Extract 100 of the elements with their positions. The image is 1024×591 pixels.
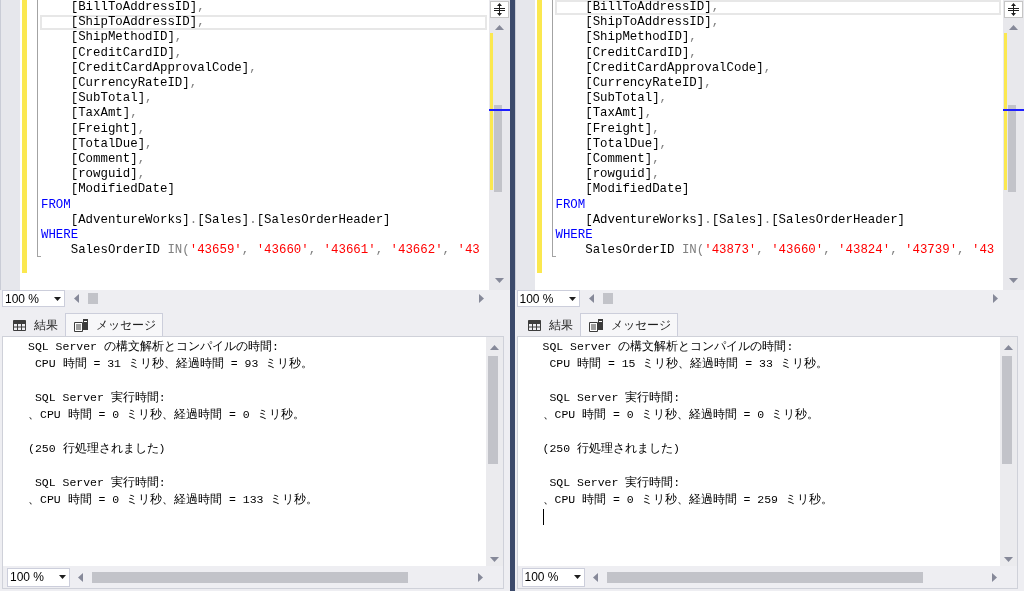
zoom-dropdown[interactable]: 100 %: [2, 290, 65, 307]
caret-line-marker: [1003, 109, 1024, 111]
tab[interactable]: メッセージ: [579, 313, 678, 336]
tab[interactable]: メッセージ: [65, 313, 163, 336]
tab[interactable]: 結果: [3, 313, 65, 336]
scrollbar-thumb[interactable]: [602, 293, 613, 304]
code-line: [ShipToAddressID],: [585, 15, 720, 30]
code-line: [AdventureWorks].[Sales].[SalesOrderHeader]: [70, 212, 391, 227]
code-line: [rowguid],: [585, 167, 660, 182]
code-line: [TaxAmt],: [70, 106, 138, 121]
code-line: SalesOrderID IN('43873', '43660', '43824', '43739', '43: [585, 243, 995, 258]
document-icon: [588, 318, 603, 332]
zoom-dropdown[interactable]: 100 %: [521, 567, 585, 587]
zoom-dropdown[interactable]: 100 %: [7, 567, 70, 587]
scrollbar-thumb[interactable]: [487, 356, 498, 464]
code-line: [SubTotal],: [585, 91, 668, 106]
code-line: [Freight],: [585, 121, 660, 136]
code-line: [SubTotal],: [70, 91, 153, 106]
code-line: [TotalDue],: [70, 136, 153, 151]
scroll-left-icon[interactable]: [74, 294, 79, 303]
caret-icon: [573, 575, 581, 579]
code-line: WHERE: [555, 228, 593, 243]
scrollbar-thumb[interactable]: [493, 105, 502, 192]
message-line: CPU 時間 = 31 ミリ秒、経過時間 = 93 ミリ秒。: [34, 357, 314, 370]
messages-output[interactable]: SQL Server の構文解析とコンパイルの時間: CPU 時間 = 15 ミリ秒、経過時間 = 33 ミリ秒。 SQL Server 実行時間: 、CPU 時間 = 0 ミリ秒、経過時間 = 0 ミリ秒。 (250 行処理されました) SQL Server 実行時間: 、CPU 時間 = 0 ミリ秒、経過時間 = 259 ミリ秒。: [517, 337, 1000, 566]
code-line: [Comment],: [70, 152, 146, 167]
message-line: 、CPU 時間 = 0 ミリ秒、経過時間 = 0 ミリ秒。: [28, 408, 305, 421]
scrollbar-thumb[interactable]: [606, 571, 923, 583]
scroll-up-icon[interactable]: [1004, 345, 1013, 350]
code-editor[interactable]: [20, 0, 489, 290]
scroll-right-icon[interactable]: [477, 572, 483, 582]
message-line: (250 行処理されました): [28, 442, 166, 455]
caret-icon: [568, 296, 576, 301]
code-line: [CurrencyRateID],: [585, 76, 712, 90]
scroll-down-icon[interactable]: [494, 278, 504, 283]
code-line: [ShipMethodID],: [70, 30, 183, 45]
code-line: [AdventureWorks].[Sales].[SalesOrderHeader]: [585, 212, 905, 227]
vertical-scrollbar[interactable]: [1000, 337, 1017, 566]
split-button[interactable]: [1004, 1, 1023, 18]
scrollbar-thumb[interactable]: [1008, 105, 1016, 192]
scrollbar-thumb[interactable]: [1002, 356, 1012, 464]
message-line: SQL Server の構文解析とコンパイルの時間:: [542, 340, 794, 353]
message-line: 、CPU 時間 = 0 ミリ秒、経過時間 = 259 ミリ秒。: [542, 493, 833, 506]
caret-icon: [59, 575, 66, 579]
code-line: [BillToAddressID],: [70, 0, 205, 14]
scroll-right-icon[interactable]: [992, 572, 997, 582]
vertical-scrollbar[interactable]: [488, 0, 510, 290]
scrollbar-thumb[interactable]: [92, 571, 408, 583]
code-line: [ShipToAddressID],: [70, 15, 205, 30]
scroll-up-icon[interactable]: [1009, 25, 1018, 30]
message-line: SQL Server 実行時間:: [34, 391, 166, 404]
code-line: SalesOrderID IN('43659', '43660', '43661', '43662', '43: [70, 243, 480, 258]
scroll-down-icon[interactable]: [1004, 557, 1013, 562]
message-line: 、CPU 時間 = 0 ミリ秒、経過時間 = 133 ミリ秒。: [28, 493, 319, 506]
caret-icon: [54, 296, 61, 301]
scroll-up-icon[interactable]: [494, 25, 504, 30]
code-line: WHERE: [41, 228, 79, 243]
code-line: [ModifiedDate]: [70, 182, 175, 197]
message-line: 、CPU 時間 = 0 ミリ秒、経過時間 = 0 ミリ秒。: [542, 408, 820, 421]
code-editor[interactable]: [534, 0, 1003, 290]
zoom-dropdown[interactable]: 100 %: [516, 290, 580, 307]
code-line: [TaxAmt],: [585, 106, 653, 121]
messages-output[interactable]: SQL Server の構文解析とコンパイルの時間: CPU 時間 = 31 ミリ秒、経過時間 = 93 ミリ秒。 SQL Server 実行時間: 、CPU 時間 = 0 ミリ秒、経過時間 = 0 ミリ秒。 (250 行処理されました) SQL Server 実行時間: 、CPU 時間 = 0 ミリ秒、経過時間 = 133 ミリ秒。: [3, 337, 486, 566]
message-line: SQL Server の構文解析とコンパイルの時間:: [28, 340, 279, 353]
grid-icon: [13, 319, 26, 331]
code-line: [CreditCardID],: [585, 45, 697, 60]
code-line: [Freight],: [70, 121, 146, 136]
code-line: [Comment],: [585, 152, 660, 167]
tab[interactable]: 結果: [517, 313, 580, 336]
caret-line-marker: [488, 109, 510, 111]
scrollbar-thumb[interactable]: [88, 293, 98, 304]
message-line: SQL Server 実行時間:: [549, 476, 681, 489]
document-icon: [74, 318, 88, 332]
code-line: [ShipMethodID],: [585, 30, 697, 45]
code-line: FROM: [555, 197, 586, 212]
scroll-left-icon[interactable]: [588, 294, 594, 303]
scroll-left-icon[interactable]: [78, 572, 83, 582]
scroll-down-icon[interactable]: [1009, 278, 1018, 283]
scroll-down-icon[interactable]: [489, 557, 499, 562]
message-line: CPU 時間 = 15 ミリ秒、経過時間 = 33 ミリ秒。: [549, 357, 828, 370]
message-line: SQL Server 実行時間:: [549, 391, 681, 404]
scroll-right-icon[interactable]: [478, 294, 484, 303]
message-line: (250 行処理されました): [542, 442, 680, 455]
code-line: [rowguid],: [70, 167, 146, 182]
splitter-icon: [1008, 3, 1019, 16]
splitter-icon: [493, 3, 505, 16]
code-line: FROM: [41, 197, 71, 212]
code-line: [TotalDue],: [585, 136, 668, 151]
scroll-right-icon[interactable]: [993, 294, 998, 303]
code-line: [CreditCardID],: [70, 45, 183, 60]
grid-icon: [527, 319, 541, 331]
split-button[interactable]: [489, 1, 509, 18]
scroll-left-icon[interactable]: [592, 572, 598, 582]
code-line: [CreditCardApprovalCode],: [585, 60, 772, 75]
code-line: [CreditCardApprovalCode],: [70, 60, 257, 75]
vertical-scrollbar[interactable]: [1003, 0, 1024, 290]
code-line: [BillToAddressID],: [585, 0, 720, 14]
code-line: [ModifiedDate]: [585, 182, 690, 197]
scroll-up-icon[interactable]: [489, 345, 499, 350]
message-line: SQL Server 実行時間:: [34, 476, 166, 489]
